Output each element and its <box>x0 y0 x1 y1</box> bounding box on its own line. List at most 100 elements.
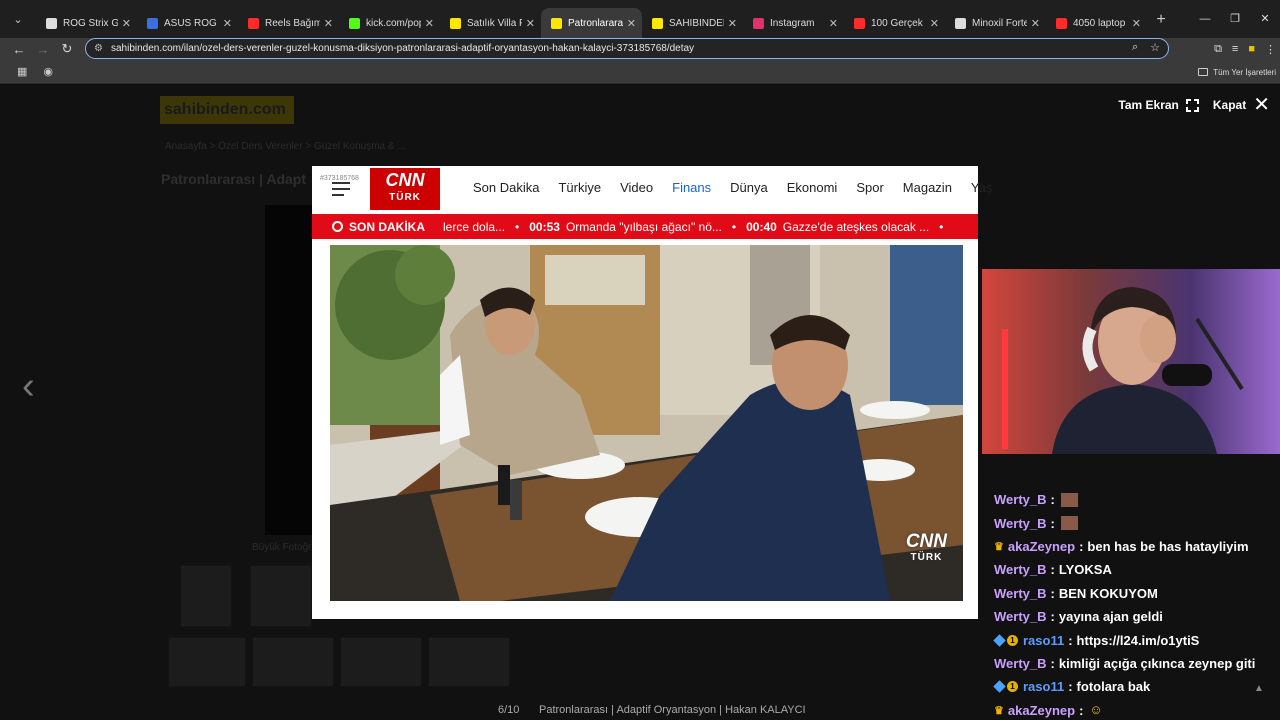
thumbnail <box>340 637 422 687</box>
chat-username[interactable]: Werty_B <box>994 492 1047 507</box>
chat-message: Werty_B: <box>994 511 1280 534</box>
tab-search-button[interactable]: ⌄ <box>0 0 36 38</box>
back-button[interactable]: ← <box>7 42 31 57</box>
tab-close-icon[interactable]: ✕ <box>223 17 232 30</box>
tab-close-icon[interactable]: ✕ <box>324 17 333 30</box>
apps-icon[interactable]: ▦ <box>17 65 27 78</box>
reload-button[interactable]: ↻ <box>55 41 79 57</box>
browser-tab[interactable]: ROG Strix G614 ✕ <box>36 8 137 38</box>
sub-badge-icon: 1 <box>1007 681 1018 693</box>
tab-close-icon[interactable]: ✕ <box>728 17 737 30</box>
enlarge-link: Büyük Fotoğraf <box>252 542 320 553</box>
main-photo-dim <box>265 205 313 535</box>
menu-icon <box>332 182 350 200</box>
tab-label: Satılık Villa Fiyat <box>467 17 522 29</box>
chat-username[interactable]: akaZeynep <box>1008 703 1075 718</box>
restore-button[interactable]: ❐ <box>1220 0 1250 38</box>
bookmark-icon[interactable]: ◉ <box>43 65 53 78</box>
listing-photo: #373185768 CNN TÜRK Son Dakika Türkiye Vid… <box>312 166 992 619</box>
tab-favicon-icon <box>46 17 57 29</box>
cnn-nav-item: Türkiye <box>558 180 602 195</box>
bookmark-star-icon[interactable]: ☆ <box>1150 41 1160 54</box>
tab-label: kick.com/popo <box>366 17 421 29</box>
chat-username[interactable]: Werty_B <box>994 516 1047 531</box>
browser-tab[interactable]: Satılık Villa Fiyat ✕ <box>440 8 541 38</box>
chat-username[interactable]: raso11 <box>1023 633 1064 648</box>
chat-username[interactable]: Werty_B <box>994 562 1047 577</box>
browser-tab[interactable]: Minoxil Forte ✕ <box>945 8 1046 38</box>
close-window-button[interactable]: ✕ <box>1250 0 1280 38</box>
browser-tab[interactable]: kick.com/popo ✕ <box>339 8 440 38</box>
fullscreen-button[interactable]: Tam Ekran <box>1118 98 1199 112</box>
cnn-header: #373185768 CNN TÜRK Son Dakika Türkiye Vid… <box>312 166 992 212</box>
ticker-headline: Gazze'de ateşkes olacak ... <box>782 219 930 234</box>
browser-tab[interactable]: SAHİBİNDEN K ✕ <box>642 8 743 38</box>
media-icon[interactable]: ≡ <box>1232 43 1238 55</box>
extensions-icon[interactable]: ⧉ <box>1214 43 1222 56</box>
forward-button[interactable]: → <box>31 42 55 57</box>
chat-username[interactable]: raso11 <box>1023 679 1064 694</box>
chat-scroll-up-icon[interactable]: ▲ <box>1254 683 1264 694</box>
thumbnail <box>252 637 334 687</box>
tab-close-icon[interactable]: ✕ <box>1132 17 1141 30</box>
photo-title: Patronlararası | Adaptif Oryantasyon | H… <box>539 704 806 716</box>
previous-photo-button[interactable]: ‹ <box>22 366 44 406</box>
chat-username[interactable]: Werty_B <box>994 586 1047 601</box>
thumbnail <box>180 565 232 627</box>
chat-separator: : <box>1068 632 1073 648</box>
emote-icon <box>1060 492 1078 507</box>
stream-chat: Werty_B: Werty_B: ♛ akaZeynep: ben has be ha… <box>993 488 1280 720</box>
breaking-news-ticker: SON DAKİKA lerce dola... • 00:53 Ormanda "y… <box>312 214 978 239</box>
chat-message: 1 raso11: https://l24.im/o1ytiS <box>993 628 1280 651</box>
chat-message: ♛ akaZeynep: ben has be has hatayliyim <box>994 535 1280 558</box>
watermark-bottom: TÜRK <box>910 552 943 563</box>
tab-favicon-icon <box>1056 17 1067 29</box>
address-bar[interactable]: ⚙ sahibinden.com/ilan/ozel-ders-verenler… <box>85 38 1169 59</box>
cnn-nav-item: Dünya <box>730 180 768 195</box>
browser-tab[interactable]: ASUS ROG Strix ✕ <box>137 8 238 38</box>
browser-tab[interactable]: Patronlararası ✕ <box>541 8 642 38</box>
tab-label: 100 Gerçek Oy <box>871 17 926 29</box>
close-label: Kapat <box>1212 98 1247 112</box>
chat-text: fotolara bak <box>1076 679 1151 695</box>
ticker-separator: • <box>731 219 737 234</box>
tab-close-icon[interactable]: ✕ <box>1031 17 1040 30</box>
new-tab-button[interactable]: + <box>1149 11 1173 29</box>
cnn-nav-item: Ekonomi <box>786 180 838 195</box>
cnn-nav-item: Yaş <box>970 180 993 195</box>
tab-label: ROG Strix G614 <box>63 17 118 29</box>
browser-tab[interactable]: Instagram ✕ <box>743 8 844 38</box>
ticker-items: lerce dola... • 00:53 Ormanda "yılbaşı ağac… <box>443 220 953 234</box>
chat-separator: : <box>1050 515 1055 531</box>
chat-username[interactable]: Werty_B <box>994 656 1047 671</box>
browser-tab[interactable]: Reels Bağımlılığı ✕ <box>238 8 339 38</box>
browser-tab[interactable]: 4050 laptop vs ✕ <box>1046 8 1147 38</box>
breaking-label: SON DAKİKA <box>312 220 443 234</box>
photo-counter: 6/10 <box>498 704 520 716</box>
tab-close-icon[interactable]: ✕ <box>627 17 636 30</box>
tab-close-icon[interactable]: ✕ <box>526 17 535 30</box>
chat-text: ben has be has hatayliyim <box>1087 538 1249 554</box>
tab-close-icon[interactable]: ✕ <box>829 17 838 30</box>
window-controls: — ❐ ✕ <box>1190 0 1280 38</box>
cnn-nav-item: Finans <box>672 180 712 195</box>
zoom-icon[interactable]: ⌕ <box>1132 41 1138 54</box>
all-bookmarks[interactable]: Tüm Yer İşaretleri <box>1198 60 1276 84</box>
tab-close-icon[interactable]: ✕ <box>930 17 939 30</box>
tab-close-icon[interactable]: ✕ <box>122 17 131 30</box>
crown-badge-icon: ♛ <box>994 704 1004 717</box>
sub-badge-icon: 1 <box>1007 634 1018 646</box>
chat-separator: : <box>1050 609 1055 625</box>
emoji-icon: ☺ <box>1089 702 1103 718</box>
minimize-button[interactable]: — <box>1190 0 1220 38</box>
browser-tab[interactable]: 100 Gerçek Oy ✕ <box>844 8 945 38</box>
tab-close-icon[interactable]: ✕ <box>425 17 434 30</box>
close-viewer-button[interactable]: Kapat ✕ <box>1212 95 1270 115</box>
chat-username[interactable]: Werty_B <box>994 609 1047 624</box>
site-info-icon[interactable]: ⚙ <box>94 43 103 54</box>
extension-badge-icon[interactable]: ■ <box>1248 43 1255 55</box>
chat-username[interactable]: akaZeynep <box>1008 539 1075 554</box>
cnn-nav: Son Dakika Türkiye Video Finans Dünya Ekonomi… <box>473 180 1011 195</box>
menu-icon[interactable]: ⋮ <box>1265 43 1276 56</box>
tab-favicon-icon <box>955 17 966 29</box>
